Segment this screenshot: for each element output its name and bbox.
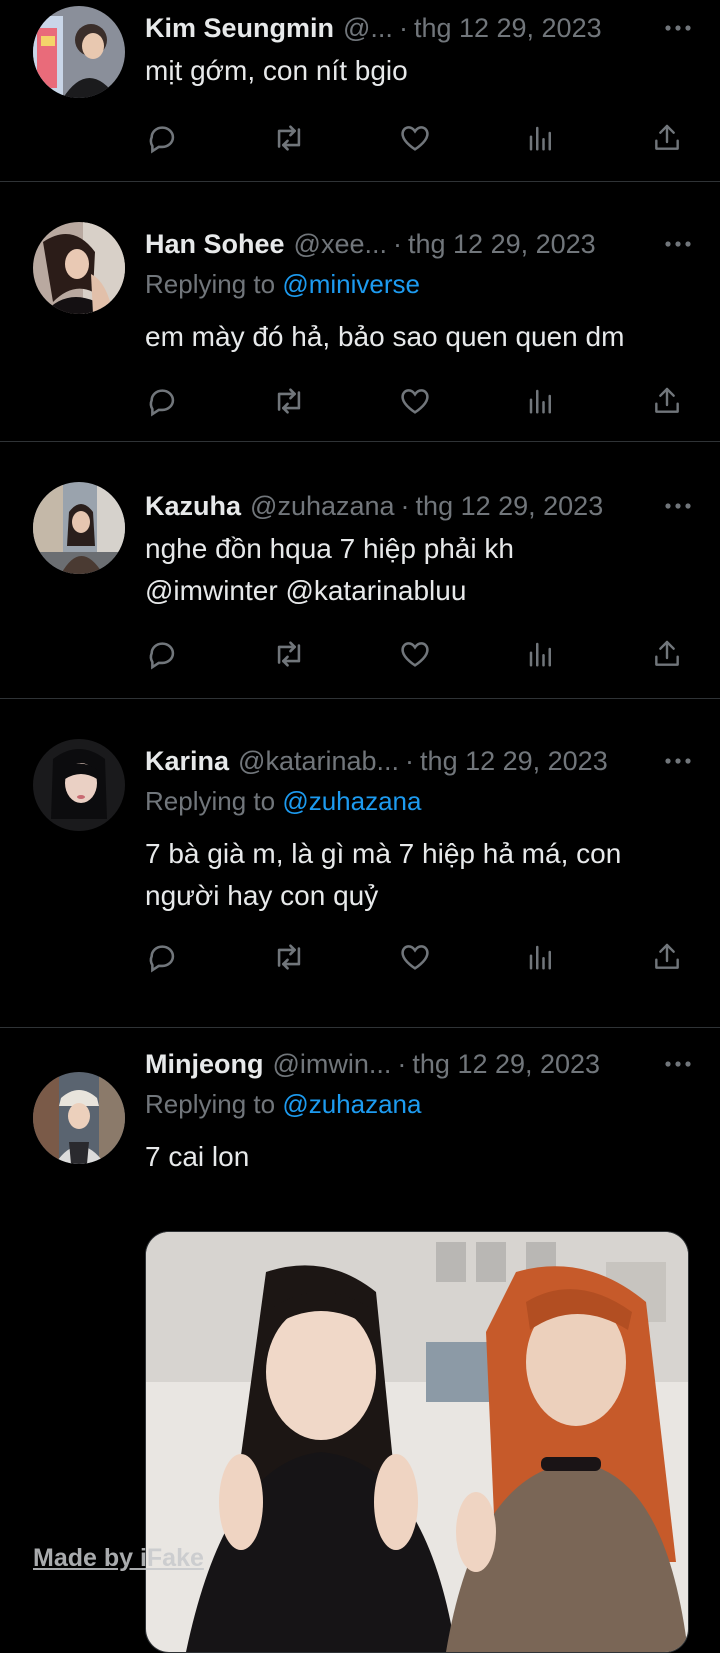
tweet-date[interactable]: thg 12 29, 2023 [414,13,602,44]
more-icon[interactable] [652,741,692,781]
replying-to: Replying to @zuhazana [145,781,692,821]
tweet-header: Han Sohee @xee... · thg 12 29, 2023 [145,224,692,264]
share-icon[interactable] [649,383,685,419]
reply-icon[interactable] [145,120,181,156]
reply-mention-link[interactable]: @zuhazana [282,1089,421,1119]
replying-to: Replying to @miniverse [145,264,692,304]
tweet-text: nghe đồn hqua 7 hiệp phải kh [145,533,514,564]
tweet[interactable]: Han Sohee @xee... · thg 12 29, 2023 Repl… [0,182,720,442]
tweet-date[interactable]: thg 12 29, 2023 [416,491,604,522]
tweet-actions [145,116,685,160]
reply-mention-link[interactable]: @zuhazana [282,786,421,816]
more-icon[interactable] [652,8,692,48]
retweet-icon[interactable] [271,939,307,975]
retweet-icon[interactable] [271,636,307,672]
tweet-actions [145,935,685,979]
user-handle[interactable]: @imwin... [272,1049,391,1080]
heart-icon[interactable] [397,120,433,156]
replying-label: Replying to [145,1089,276,1119]
separator: · [397,1048,407,1079]
tweet-mentions[interactable]: @imwinter @katarinabluu [145,570,692,612]
tweet-actions [145,379,685,423]
separator: · [393,228,402,259]
views-icon[interactable] [523,383,559,419]
tweet-text: mịt gớm, con nít bgio [145,55,408,86]
tweet-date[interactable]: thg 12 29, 2023 [420,746,608,777]
user-handle[interactable]: @katarinab... [238,746,399,777]
heart-icon[interactable] [397,383,433,419]
share-icon[interactable] [649,636,685,672]
replying-label: Replying to [145,269,276,299]
tweet-header: Minjeong @imwin... · thg 12 29, 2023 [145,1044,692,1084]
separator: · [398,12,408,43]
user-handle[interactable]: @zuhazana [250,491,395,522]
views-icon[interactable] [523,636,559,672]
tweet-text: 7 cai lon [145,1141,250,1172]
heart-icon[interactable] [397,939,433,975]
tweet-date[interactable]: thg 12 29, 2023 [408,229,596,260]
tweet[interactable]: Karina @katarinab... · thg 12 29, 2023 R… [0,699,720,1028]
share-icon[interactable] [649,939,685,975]
display-name[interactable]: Kim Seungmin [145,13,334,44]
tweet-text: em mày đó hả, bảo sao quen quen dm [145,321,625,352]
replying-label: Replying to [145,786,276,816]
tweet-date[interactable]: thg 12 29, 2023 [412,1049,600,1080]
views-icon[interactable] [523,939,559,975]
watermark: Made by iFake [33,1544,204,1572]
display-name[interactable]: Karina [145,746,229,777]
more-icon[interactable] [652,224,692,264]
views-icon[interactable] [523,120,559,156]
avatar[interactable] [33,222,125,314]
avatar[interactable] [33,6,125,98]
reply-icon[interactable] [145,636,181,672]
display-name[interactable]: Han Sohee [145,229,285,260]
avatar[interactable] [33,1072,125,1164]
separator: · [400,490,410,521]
tweet-media-photo[interactable] [145,1231,689,1653]
tweet-text: 7 bà già m, là gì mà 7 hiệp hả má, con n… [145,838,622,911]
replying-to: Replying to @zuhazana [145,1084,692,1124]
user-handle[interactable]: @... [343,13,393,44]
separator: · [405,745,415,776]
user-handle[interactable]: @xee... [294,229,387,260]
avatar[interactable] [33,482,125,574]
tweet[interactable]: Kim Seungmin @... · thg 12 29, 2023 mịt … [0,0,720,182]
reply-icon[interactable] [145,383,181,419]
share-icon[interactable] [649,120,685,156]
tweet-header: Kim Seungmin @... · thg 12 29, 2023 [145,8,692,48]
tweet-header: Kazuha @zuhazana · thg 12 29, 2023 [145,486,692,526]
display-name[interactable]: Minjeong [145,1049,263,1080]
display-name[interactable]: Kazuha [145,491,241,522]
tweet[interactable]: Kazuha @zuhazana · thg 12 29, 2023 nghe … [0,442,720,699]
retweet-icon[interactable] [271,383,307,419]
heart-icon[interactable] [397,636,433,672]
reply-icon[interactable] [145,939,181,975]
tweet-actions [145,632,685,676]
more-icon[interactable] [652,486,692,526]
avatar[interactable] [33,739,125,831]
more-icon[interactable] [652,1044,692,1084]
tweet[interactable]: Minjeong @imwin... · thg 12 29, 2023 Rep… [0,1028,720,1653]
reply-mention-link[interactable]: @miniverse [282,269,420,299]
retweet-icon[interactable] [271,120,307,156]
tweet-header: Karina @katarinab... · thg 12 29, 2023 [145,741,692,781]
